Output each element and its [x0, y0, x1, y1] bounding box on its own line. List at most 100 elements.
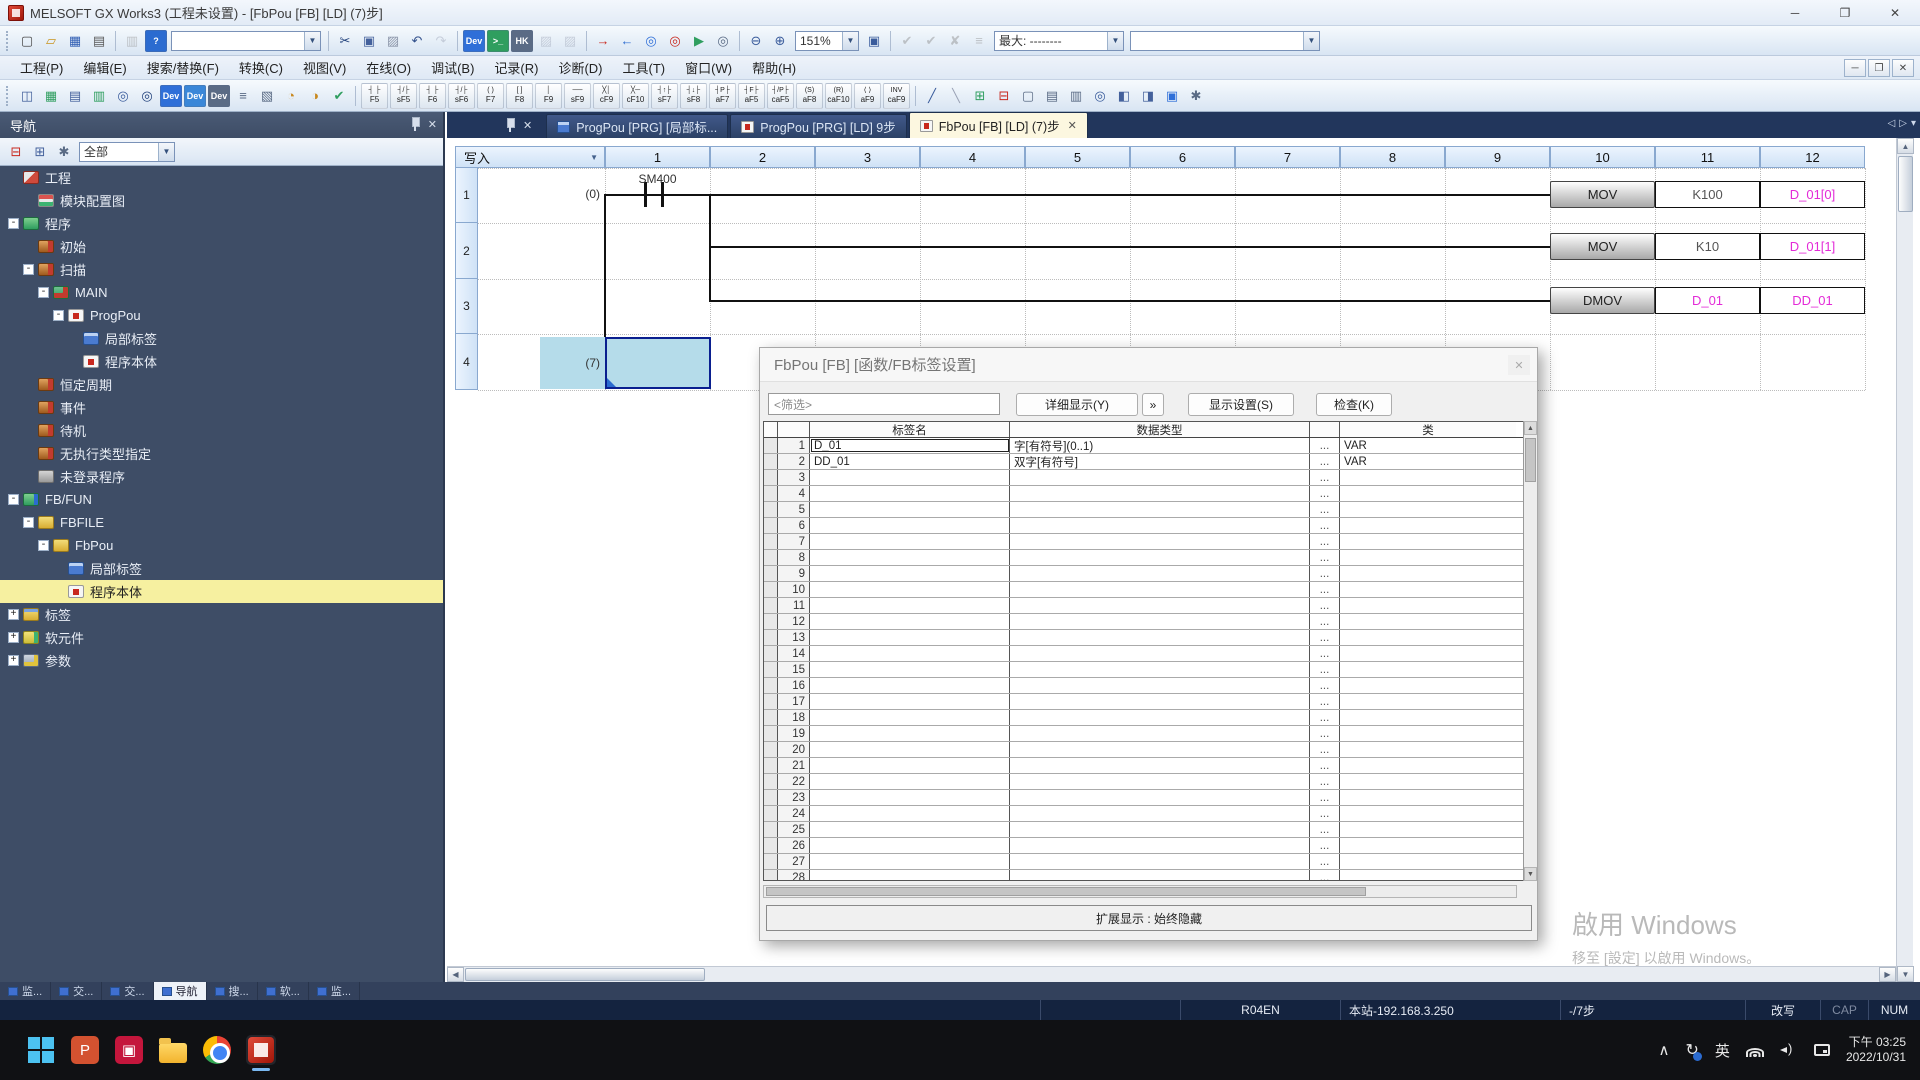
editor-close-icon[interactable]: ✕ [523, 119, 532, 132]
type-browse-button[interactable]: ... [1310, 486, 1340, 501]
dock-tab-导航[interactable]: 导航 [153, 982, 207, 1000]
dialog-scroll-down-arrow[interactable]: ▼ [1524, 867, 1537, 881]
check-program-1-icon[interactable]: ✔ [896, 30, 918, 52]
tab-nav-button[interactable]: ◁ [1888, 118, 1896, 129]
dialog-close-button[interactable]: ✕ [1508, 355, 1530, 375]
tree-item-程序本体[interactable]: 程序本体 [0, 580, 443, 603]
data-type-cell[interactable] [1010, 598, 1310, 613]
operand-D_01[interactable]: D_01 [1655, 287, 1760, 314]
tree-collapse-all-icon[interactable]: ⊟ [5, 141, 27, 163]
ladder-symbol-caF5-button[interactable]: ┤/P├ caF5 [767, 82, 794, 109]
tree-item-模块配置图[interactable]: 模块配置图 [0, 189, 443, 212]
comment-display-icon[interactable]: ▢ [1017, 85, 1039, 107]
row-select-cell[interactable] [764, 454, 778, 469]
cross-reference-icon[interactable]: ▤ [64, 85, 86, 107]
data-type-cell[interactable] [1010, 806, 1310, 821]
menu-item-工具(T)[interactable]: 工具(T) [613, 56, 676, 79]
watch-2-icon[interactable]: ◑ [304, 85, 326, 107]
maximize-button[interactable]: ❐ [1820, 0, 1870, 26]
nav-close-icon[interactable]: ✕ [428, 118, 437, 131]
verify-monitor-2-icon[interactable]: ◎ [664, 30, 686, 52]
window-cascade-icon[interactable]: ◫ [16, 85, 38, 107]
tree-item-待机[interactable]: 待机 [0, 419, 443, 442]
row-select-cell[interactable] [764, 822, 778, 837]
dock-tab-交...[interactable]: 交... [51, 982, 103, 1000]
collapse-expander-icon[interactable]: - [38, 540, 49, 551]
label-name-cell[interactable] [810, 870, 1010, 880]
find-replace-icon[interactable]: ◎ [136, 85, 158, 107]
monitor-stop-icon[interactable]: ◎ [712, 30, 734, 52]
melsoft-gx-works3[interactable] [246, 1035, 276, 1071]
type-browse-button[interactable]: ... [1310, 566, 1340, 581]
collapse-expander-icon[interactable]: - [38, 287, 49, 298]
tray-chevron-icon[interactable]: ∧ [1659, 1041, 1670, 1059]
data-type-cell[interactable] [1010, 758, 1310, 773]
label-name-cell[interactable] [810, 678, 1010, 693]
type-browse-button[interactable]: ... [1310, 806, 1340, 821]
label-name-cell[interactable] [810, 710, 1010, 725]
ladder-symbol-F8-button[interactable]: [ ] F8 [506, 82, 533, 109]
abort-check-icon[interactable]: ✘ [944, 30, 966, 52]
label-name-cell[interactable] [810, 758, 1010, 773]
vertical-scroll-thumb[interactable] [1898, 156, 1913, 212]
menu-item-诊断(D)[interactable]: 诊断(D) [548, 56, 612, 79]
ladder-symbol-F6-button[interactable]: ┤ ├ F6 [419, 82, 446, 109]
class-cell[interactable] [1340, 550, 1516, 565]
type-browse-button[interactable]: ... [1310, 710, 1340, 725]
row-select-cell[interactable] [764, 486, 778, 501]
copy-icon[interactable]: ▣ [358, 30, 380, 52]
undo-icon[interactable]: ↶ [406, 30, 428, 52]
collapse-expander-icon[interactable]: - [8, 494, 19, 505]
zoom-fit-icon[interactable]: ▣ [863, 30, 885, 52]
label-name-cell[interactable] [810, 742, 1010, 757]
ladder-symbol-caF9-button[interactable]: INV caF9 [883, 82, 910, 109]
tab-ProgPou [PRG] [局部标...[interactable]: ProgPou [PRG] [局部标... [546, 114, 729, 138]
row-select-cell[interactable] [764, 710, 778, 725]
check-program-2-icon[interactable]: ✔ [920, 30, 942, 52]
standard-mode-icon[interactable]: ◧ [1113, 85, 1135, 107]
menu-item-帮助(H)[interactable]: 帮助(H) [742, 56, 806, 79]
data-type-cell[interactable] [1010, 870, 1310, 880]
label-name-cell[interactable] [810, 630, 1010, 645]
row-select-cell[interactable] [764, 630, 778, 645]
type-browse-button[interactable]: ... [1310, 582, 1340, 597]
label-name-cell[interactable] [810, 486, 1010, 501]
ladder-symbol-F9-button[interactable]: │ F9 [535, 82, 562, 109]
data-type-cell[interactable] [1010, 502, 1310, 517]
connection-test-icon[interactable]: ≡ [968, 30, 990, 52]
class-cell[interactable] [1340, 534, 1516, 549]
data-type-cell[interactable] [1010, 662, 1310, 677]
type-browse-button[interactable]: ... [1310, 870, 1340, 880]
program-check-icon[interactable]: ✔ [328, 85, 350, 107]
type-browse-button[interactable]: ... [1310, 854, 1340, 869]
expand-expander-icon[interactable]: + [8, 632, 19, 643]
zoom-in-icon[interactable]: ⊕ [769, 30, 791, 52]
data-type-cell[interactable] [1010, 534, 1310, 549]
zoom-level-combo[interactable]: 151% ▼ [795, 30, 859, 51]
note-display-icon[interactable]: ▥ [1065, 85, 1087, 107]
type-browse-button[interactable]: ... [1310, 630, 1340, 645]
type-browse-button[interactable]: ... [1310, 518, 1340, 533]
dialog-hscroll-thumb[interactable] [766, 887, 1366, 896]
class-cell[interactable] [1340, 614, 1516, 629]
operand-K100[interactable]: K100 [1655, 181, 1760, 208]
data-type-cell[interactable] [1010, 726, 1310, 741]
max-combo[interactable]: 最大: -------- ▼ [994, 30, 1124, 51]
type-browse-button[interactable]: ... [1310, 646, 1340, 661]
editor-pin-icon[interactable] [505, 118, 515, 132]
type-browse-button[interactable]: ... [1310, 758, 1340, 773]
chevron-down-icon[interactable]: ▼ [1303, 31, 1319, 50]
class-cell[interactable] [1340, 806, 1516, 821]
wifi-icon[interactable] [1745, 1043, 1764, 1057]
type-browse-button[interactable]: ... [1310, 790, 1340, 805]
menu-item-记录(R)[interactable]: 记录(R) [484, 56, 548, 79]
ladder-symbol-F7-button[interactable]: ( ) F7 [477, 82, 504, 109]
data-type-cell[interactable] [1010, 550, 1310, 565]
data-type-cell[interactable] [1010, 742, 1310, 757]
operand-K10[interactable]: K10 [1655, 233, 1760, 260]
tree-item-工程[interactable]: 工程 [0, 166, 443, 189]
class-cell[interactable] [1340, 774, 1516, 789]
ladder-symbol-aF8-button[interactable]: (S) aF8 [796, 82, 823, 109]
row-select-cell[interactable] [764, 502, 778, 517]
note-icon[interactable]: ▧ [256, 85, 278, 107]
